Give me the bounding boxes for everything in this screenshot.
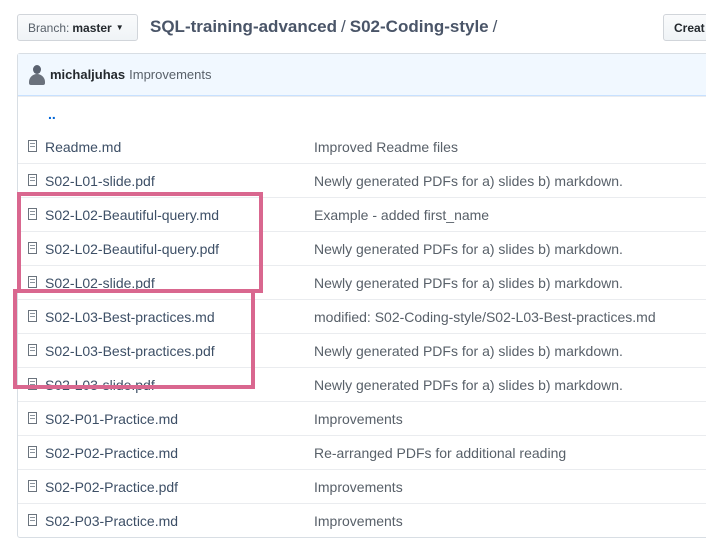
file-name-link[interactable]: S02-P02-Practice.md (45, 445, 178, 461)
breadcrumb-sep: / (492, 17, 498, 36)
file-icon (28, 514, 37, 526)
file-name-link[interactable]: S02-L02-Beautiful-query.pdf (45, 241, 219, 257)
file-row[interactable]: S02-L03-Best-practices.pdf Newly generate… (18, 333, 706, 367)
commit-message-link[interactable]: Re-arranged PDFs for additional reading (314, 445, 566, 461)
file-name-link[interactable]: Readme.md (45, 139, 121, 155)
file-icon (28, 174, 37, 186)
file-icon (28, 412, 37, 424)
file-name-link[interactable]: S02-L02-slide.pdf (45, 275, 155, 291)
file-row[interactable]: S02-P01-Practice.md Improvements (18, 401, 706, 435)
file-icon (28, 344, 37, 356)
commit-message-link[interactable]: Newly generated PDFs for a) slides b) ma… (314, 173, 623, 189)
commit-message-link[interactable]: Improvements (314, 479, 403, 495)
commit-message-link[interactable]: Newly generated PDFs for a) slides b) ma… (314, 241, 623, 257)
avatar[interactable] (28, 64, 46, 85)
file-icon (28, 276, 37, 288)
file-icon (28, 208, 37, 220)
file-row[interactable]: S02-L03-slide.pdf Newly generated PDFs fo… (18, 367, 706, 401)
file-icon (28, 242, 37, 254)
commit-message-link[interactable]: modified: S02-Coding-style/S02-L03-Best-… (314, 309, 656, 325)
file-row[interactable]: S02-P02-Practice.pdf Improvements (18, 469, 706, 503)
file-row[interactable]: S02-L02-Beautiful-query.pdf Newly generat… (18, 231, 706, 265)
file-row[interactable]: S02-L02-slide.pdf Newly generated PDFs fo… (18, 265, 706, 299)
file-name-link[interactable]: S02-P01-Practice.md (45, 411, 178, 427)
file-row[interactable]: Readme.md Improved Readme files (18, 130, 706, 163)
file-row[interactable]: S02-L03-Best-practices.md modified: S02-C… (18, 299, 706, 333)
commit-message-link[interactable]: Newly generated PDFs for a) slides b) ma… (314, 343, 623, 359)
file-table: michaljuhas Improvements .. Readme.md Impr… (17, 53, 706, 538)
parent-dir-row[interactable]: .. (18, 96, 706, 130)
breadcrumb: SQL-training-advanced / S02-Coding-style / (150, 17, 501, 37)
file-row[interactable]: S02-L01-slide.pdf Newly generated PDFs fo… (18, 163, 706, 197)
commit-message-link[interactable]: Improvements (314, 411, 403, 427)
commit-message-link[interactable]: Example - added first_name (314, 207, 489, 223)
branch-label: Branch: (28, 20, 70, 35)
file-icon (28, 310, 37, 322)
file-name-link[interactable]: S02-L03-slide.pdf (45, 377, 155, 393)
latest-commit: michaljuhas Improvements (18, 54, 706, 96)
breadcrumb-sep: / (341, 17, 346, 36)
branch-value: master (72, 20, 112, 35)
chevron-down-icon: ▼ (115, 23, 124, 32)
file-name-link[interactable]: S02-L03-Best-practices.pdf (45, 343, 215, 359)
commit-message-link[interactable]: Improvements (314, 513, 403, 529)
file-name-link[interactable]: S02-P03-Practice.md (45, 513, 178, 529)
breadcrumb-repo[interactable]: SQL-training-advanced (150, 17, 337, 36)
commit-author[interactable]: michaljuhas (50, 67, 125, 82)
file-name-link[interactable]: S02-P02-Practice.pdf (45, 479, 178, 495)
file-name-link[interactable]: S02-L03-Best-practices.md (45, 309, 215, 325)
commit-message[interactable]: Improvements (129, 67, 211, 82)
create-file-button[interactable]: Creat (663, 14, 706, 41)
branch-selector[interactable]: Branch: master ▼ (17, 14, 138, 41)
file-icon (28, 480, 37, 492)
commit-message-link[interactable]: Newly generated PDFs for a) slides b) ma… (314, 377, 623, 393)
file-icon (28, 446, 37, 458)
file-row[interactable]: S02-P02-Practice.md Re-arranged PDFs for … (18, 435, 706, 469)
commit-message-link[interactable]: Improved Readme files (314, 139, 458, 155)
file-name-link[interactable]: S02-L01-slide.pdf (45, 173, 155, 189)
file-icon (28, 378, 37, 390)
parent-dir-link[interactable]: .. (18, 106, 56, 122)
breadcrumb-folder: S02-Coding-style (349, 17, 489, 36)
commit-message-link[interactable]: Newly generated PDFs for a) slides b) ma… (314, 275, 623, 291)
file-row[interactable]: S02-L02-Beautiful-query.md Example - adde… (18, 197, 706, 231)
file-icon (28, 140, 37, 152)
file-row[interactable]: S02-P03-Practice.md Improvements (18, 503, 706, 537)
file-name-link[interactable]: S02-L02-Beautiful-query.md (45, 207, 219, 223)
